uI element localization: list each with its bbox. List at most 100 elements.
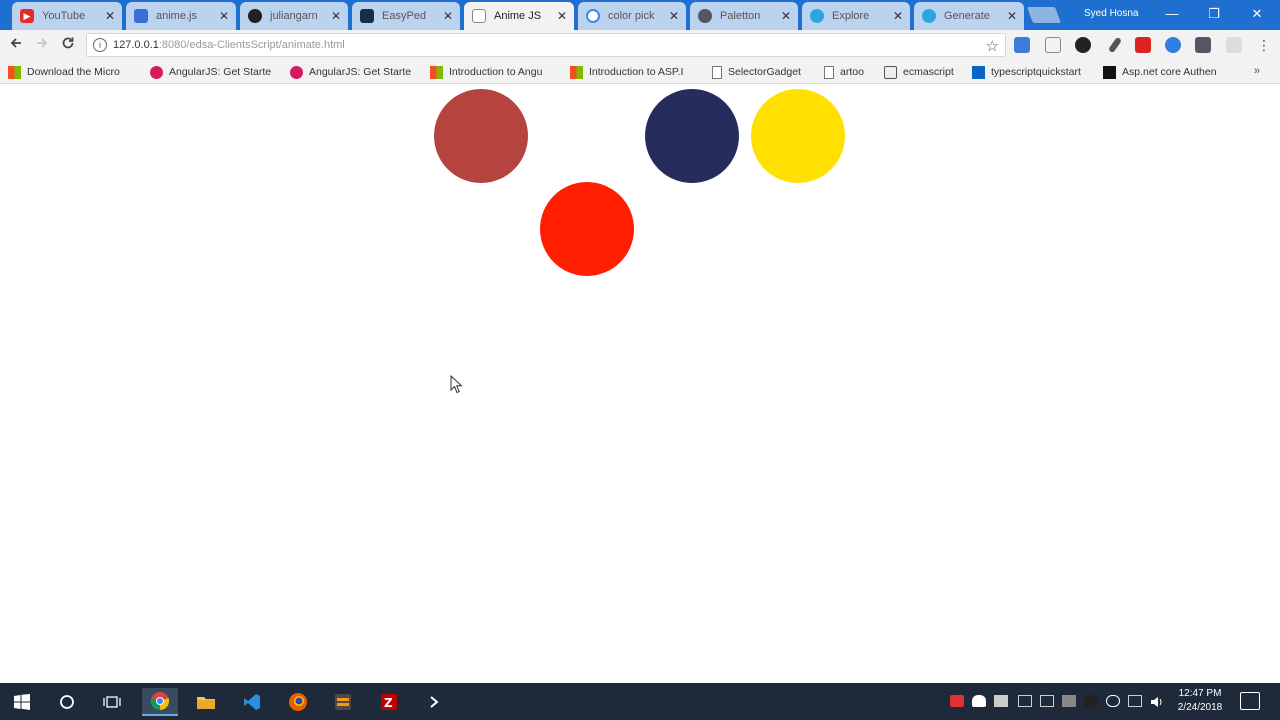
tray-window-icon[interactable]	[994, 695, 1008, 707]
bookmark-item[interactable]: AngularJS: Get Starte	[290, 64, 416, 80]
url-text[interactable]: 127.0.0.1:8080/edsa-ClientsScript/animat…	[113, 39, 345, 51]
close-tab-icon[interactable]: ✕	[104, 9, 116, 23]
eyedropper-icon[interactable]	[1107, 36, 1123, 54]
vscode-icon[interactable]	[234, 688, 270, 716]
tab-anime-js[interactable]: Anime JS ✕	[464, 2, 574, 30]
extension-iq-icon[interactable]	[1014, 37, 1030, 53]
tab-easyped[interactable]: EasyPed ✕	[352, 2, 460, 30]
clock-time: 12:47 PM	[1178, 688, 1222, 699]
bookmark-label: Introduction to ASP.I	[589, 66, 684, 78]
dark-icon	[1103, 65, 1116, 79]
clock-date: 2/24/2018	[1177, 702, 1223, 713]
bookmark-item[interactable]: artoo	[824, 64, 864, 80]
mouse-cursor-icon	[450, 375, 463, 394]
youtube-icon: ▶	[20, 9, 34, 23]
cortana-search-icon[interactable]	[49, 688, 85, 716]
tab-color-picker[interactable]: color pick ✕	[578, 2, 686, 30]
tab-explore[interactable]: Explore ✕	[802, 2, 910, 30]
bookmarks-bar: Download the Micro AngularJS: Get Starte…	[0, 60, 1280, 84]
google-icon	[586, 9, 600, 23]
extension-red-icon[interactable]	[1135, 37, 1151, 53]
firefox-icon[interactable]	[280, 688, 316, 716]
forward-button[interactable]	[32, 36, 52, 54]
site-info-icon[interactable]: i	[93, 38, 107, 52]
circle-navy	[645, 89, 739, 183]
bookmark-label: AngularJS: Get Starte	[309, 66, 412, 78]
close-tab-icon[interactable]: ✕	[668, 9, 680, 23]
restore-button[interactable]: ❐	[1200, 4, 1228, 24]
task-view-glyph-icon	[103, 696, 121, 708]
close-window-button[interactable]: ✕	[1243, 4, 1271, 24]
close-tab-icon[interactable]: ✕	[1006, 9, 1018, 23]
profile-name[interactable]: Syed Hosna	[1084, 8, 1138, 19]
chrome-icon[interactable]	[142, 688, 178, 716]
linkedin-icon	[972, 65, 985, 79]
address-bar[interactable]: i 127.0.0.1:8080/edsa-ClientsScript/anim…	[86, 33, 1006, 57]
tray-flag-icon[interactable]	[1040, 695, 1054, 707]
extension-gray-icon[interactable]	[1226, 37, 1242, 53]
new-tab-button[interactable]	[1027, 7, 1061, 23]
extension-square-icon[interactable]	[1045, 37, 1061, 53]
bookmark-item[interactable]: Introduction to Angu	[430, 64, 556, 80]
bookmarks-overflow-button[interactable]: »	[1254, 65, 1260, 77]
bookmark-label: Introduction to Angu	[449, 66, 543, 78]
tab-animejs[interactable]: anime.js ✕	[126, 2, 236, 30]
taskbar-clock[interactable]: 12:47 PM 2/24/2018	[1172, 687, 1228, 715]
close-tab-icon[interactable]: ✕	[442, 9, 454, 23]
tab-youtube[interactable]: ▶ YouTube ✕	[12, 2, 122, 30]
volume-icon[interactable]	[1150, 695, 1164, 707]
extension-blue-icon[interactable]	[1165, 37, 1181, 53]
bookmark-item[interactable]: Asp.net core Authen	[1103, 64, 1231, 80]
tray-app-icon[interactable]	[1062, 695, 1076, 707]
angular-icon	[290, 65, 303, 79]
tab-label: Generate	[944, 10, 990, 22]
bookmark-star-icon[interactable]: ☆	[986, 37, 999, 55]
coolors-icon	[922, 9, 936, 23]
minimize-button[interactable]: —	[1158, 4, 1186, 24]
bookmark-label: typescriptquickstart	[991, 66, 1081, 78]
bookmark-item[interactable]: typescriptquickstart	[972, 64, 1081, 80]
bookmark-item[interactable]: Download the Micro	[8, 64, 136, 80]
reload-button[interactable]	[58, 36, 78, 54]
filezilla-icon[interactable]: Z	[371, 688, 407, 716]
folder-icon	[197, 697, 215, 709]
easyped-icon	[360, 9, 374, 23]
close-tab-icon[interactable]: ✕	[330, 9, 342, 23]
tab-github[interactable]: juliangarn ✕	[240, 2, 348, 30]
tab-generate[interactable]: Generate ✕	[914, 2, 1024, 30]
page-content	[0, 85, 1280, 683]
file-explorer-icon[interactable]	[188, 688, 224, 716]
powershell-icon[interactable]	[417, 688, 453, 716]
tray-usb-icon[interactable]	[1018, 695, 1032, 707]
tray-monitor-icon[interactable]	[1128, 695, 1142, 707]
tab-label: anime.js	[156, 10, 197, 22]
close-tab-icon[interactable]: ✕	[218, 9, 230, 23]
extension-dark-icon[interactable]	[1075, 37, 1091, 53]
action-center-icon[interactable]	[1240, 692, 1260, 710]
bookmark-label: Asp.net core Authen	[1122, 66, 1217, 78]
bookmark-item[interactable]: SelectorGadget	[712, 64, 801, 80]
extension-person-icon[interactable]	[1195, 37, 1211, 53]
bookmark-item[interactable]: ecmascript	[884, 64, 954, 80]
angular-icon	[150, 65, 163, 79]
close-tab-icon[interactable]: ✕	[556, 9, 568, 23]
wifi-icon[interactable]	[1106, 695, 1120, 707]
bookmark-item[interactable]: AngularJS: Get Starte	[150, 64, 276, 80]
tab-label: color pick	[608, 10, 655, 22]
close-tab-icon[interactable]: ✕	[892, 9, 904, 23]
task-view-icon[interactable]	[94, 688, 130, 716]
chrome-menu-icon[interactable]: ⋮	[1254, 36, 1274, 54]
bookmark-item[interactable]: Introduction to ASP.I	[570, 64, 698, 80]
onedrive-cloud-icon[interactable]	[972, 695, 986, 707]
cortana-circle-icon	[60, 695, 74, 709]
speaker-icon	[1151, 697, 1162, 707]
close-tab-icon[interactable]: ✕	[780, 9, 792, 23]
tab-paletton[interactable]: Paletton ✕	[690, 2, 798, 30]
browser-toolbar: i 127.0.0.1:8080/edsa-ClientsScript/anim…	[0, 30, 1280, 60]
back-button[interactable]	[6, 36, 26, 54]
sublime-icon[interactable]	[325, 688, 361, 716]
windows-start-icon[interactable]	[4, 688, 40, 716]
tray-dark-icon[interactable]	[1084, 695, 1098, 707]
tray-red-icon[interactable]	[950, 695, 964, 707]
tab-strip: ▶ YouTube ✕ anime.js ✕ juliangarn ✕ Easy…	[0, 0, 1280, 30]
